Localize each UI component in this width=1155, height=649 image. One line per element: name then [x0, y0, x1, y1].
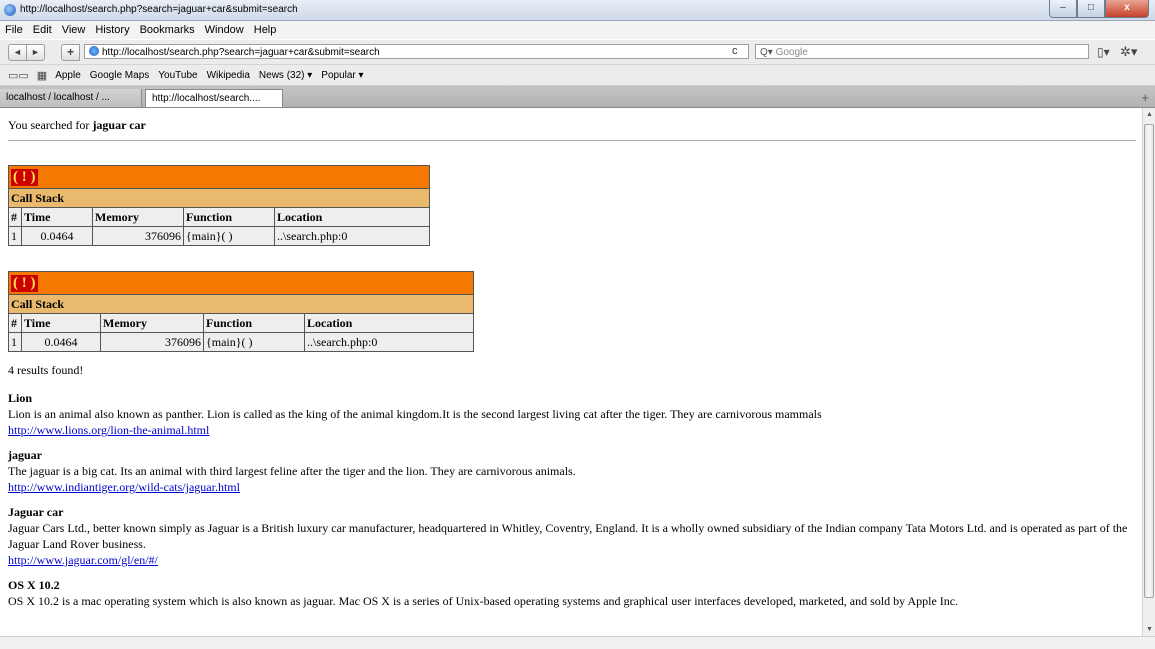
- add-bookmark-button[interactable]: +: [61, 44, 80, 61]
- bookmark-news[interactable]: News (32) ▾: [259, 70, 312, 81]
- horizontal-rule: [8, 140, 1136, 141]
- bookmarks-bar: ▭▭ ▦ Apple Google Maps YouTube Wikipedia…: [0, 65, 1155, 86]
- stack-cell: ..\search.php:0: [304, 332, 474, 352]
- page-content: You searched for jaguar car ( ! ) Call S…: [0, 108, 1142, 636]
- vertical-scrollbar[interactable]: ▲ ▼: [1142, 108, 1155, 636]
- error-header: ( ! ): [8, 165, 430, 189]
- tab-search[interactable]: http://localhost/search....: [145, 89, 283, 107]
- bookmark-popular[interactable]: Popular ▾: [321, 70, 363, 81]
- menu-view[interactable]: View: [57, 21, 91, 39]
- tab-localhost[interactable]: localhost / localhost / ...: [0, 89, 142, 107]
- menu-history[interactable]: History: [90, 21, 134, 39]
- status-bar: [0, 636, 1155, 649]
- col-header: Function: [203, 313, 305, 333]
- col-header: Memory: [92, 207, 184, 227]
- stack-cell: {main}( ): [183, 226, 275, 246]
- call-stack-label: Call Stack: [8, 188, 430, 208]
- stack-cell: 376096: [100, 332, 204, 352]
- maximize-button[interactable]: □: [1077, 0, 1105, 18]
- reload-icon[interactable]: c: [732, 45, 738, 57]
- error-header: ( ! ): [8, 271, 474, 295]
- bookmark-google-maps[interactable]: Google Maps: [90, 70, 149, 81]
- stack-cell: 0.0464: [21, 332, 101, 352]
- address-url: http://localhost/search.php?search=jagua…: [102, 47, 380, 58]
- col-header: Memory: [100, 313, 204, 333]
- result-description: Lion is an animal also known as panther.…: [8, 407, 822, 421]
- bookmark-youtube[interactable]: YouTube: [158, 70, 197, 81]
- result-link[interactable]: http://www.lions.org/lion-the-animal.htm…: [8, 423, 209, 437]
- search-field[interactable]: Q▾ Google: [755, 44, 1089, 59]
- stack-cell: 0.0464: [21, 226, 93, 246]
- col-header: #: [8, 313, 22, 333]
- menu-window[interactable]: Window: [200, 21, 249, 39]
- window-title-bar[interactable]: http://localhost/search.php?search=jagua…: [0, 0, 1155, 21]
- menu-edit[interactable]: Edit: [28, 21, 57, 39]
- stack-cell: ..\search.php:0: [274, 226, 430, 246]
- grid-icon[interactable]: ▦: [37, 69, 47, 82]
- warning-icon: ( ! ): [11, 168, 38, 186]
- navigation-toolbar: ◄ ► + http://localhost/search.php?search…: [0, 40, 1155, 65]
- result-description: Jaguar Cars Ltd., better known simply as…: [8, 521, 1128, 551]
- book-icon[interactable]: ▭▭: [8, 69, 29, 82]
- result-link[interactable]: http://www.jaguar.com/gl/en/#/: [8, 553, 158, 567]
- new-tab-icon[interactable]: +: [1141, 90, 1149, 105]
- stack-cell: {main}( ): [203, 332, 305, 352]
- call-stack-label: Call Stack: [8, 294, 474, 314]
- col-header: Location: [274, 207, 430, 227]
- result-item: jaguar The jaguar is a big cat. Its an a…: [8, 447, 1136, 495]
- result-description: The jaguar is a big cat. Its an animal w…: [8, 464, 576, 478]
- result-item: OS X 10.2 OS X 10.2 is a mac operating s…: [8, 577, 1136, 609]
- window-controls: – □ x: [1049, 0, 1149, 18]
- menu-bar: File Edit View History Bookmarks Window …: [0, 21, 1155, 39]
- search-results: 4 results found! Lion Lion is an animal …: [8, 362, 1136, 618]
- searched-prefix: You searched for: [8, 118, 93, 132]
- tab-bar: localhost / localhost / ... http://local…: [0, 86, 1155, 108]
- search-prefix-icon: Q▾: [760, 47, 773, 58]
- menu-bookmarks[interactable]: Bookmarks: [135, 21, 200, 39]
- col-header: Function: [183, 207, 275, 227]
- browser-favicon-icon: [4, 4, 16, 16]
- page-menu-icon[interactable]: ▯▾: [1097, 45, 1110, 59]
- window-title: http://localhost/search.php?search=jagua…: [20, 4, 298, 15]
- stack-cell: 1: [8, 332, 22, 352]
- address-bar[interactable]: http://localhost/search.php?search=jagua…: [84, 44, 749, 59]
- scrollbar-thumb[interactable]: [1144, 124, 1154, 598]
- menu-help[interactable]: Help: [249, 21, 282, 39]
- bookmark-wikipedia[interactable]: Wikipedia: [207, 70, 250, 81]
- minimize-button[interactable]: –: [1049, 0, 1077, 18]
- bookmark-apple[interactable]: Apple: [55, 70, 81, 81]
- php-error-table-1: ( ! ) Call Stack # Time Memory Function …: [8, 165, 430, 246]
- result-title: Jaguar car: [8, 505, 64, 519]
- warning-icon: ( ! ): [11, 274, 38, 292]
- forward-button[interactable]: ►: [26, 44, 45, 61]
- result-title: jaguar: [8, 448, 42, 462]
- result-description: OS X 10.2 is a mac operating system whic…: [8, 594, 959, 608]
- scroll-up-icon[interactable]: ▲: [1146, 111, 1153, 118]
- col-header: Time: [21, 207, 93, 227]
- col-header: Time: [21, 313, 101, 333]
- close-button[interactable]: x: [1105, 0, 1149, 18]
- stack-cell: 376096: [92, 226, 184, 246]
- result-item: Jaguar car Jaguar Cars Ltd., better know…: [8, 504, 1136, 568]
- globe-icon: [89, 46, 99, 56]
- back-button[interactable]: ◄: [8, 44, 27, 61]
- php-error-table-2: ( ! ) Call Stack # Time Memory Function …: [8, 271, 474, 352]
- result-title: Lion: [8, 391, 33, 405]
- searched-term: jaguar car: [92, 118, 146, 132]
- result-item: Lion Lion is an animal also known as pan…: [8, 390, 1136, 438]
- search-placeholder: Google: [775, 47, 808, 58]
- result-title: OS X 10.2: [8, 578, 60, 592]
- col-header: #: [8, 207, 22, 227]
- scroll-down-icon[interactable]: ▼: [1146, 626, 1153, 633]
- stack-cell: 1: [8, 226, 22, 246]
- menu-file[interactable]: File: [0, 21, 28, 39]
- results-count: 4 results found!: [8, 363, 84, 377]
- searched-for-line: You searched for jaguar car: [8, 118, 146, 133]
- col-header: Location: [304, 313, 474, 333]
- gear-icon[interactable]: ✲▾: [1120, 44, 1137, 60]
- result-link[interactable]: http://www.indiantiger.org/wild-cats/jag…: [8, 480, 240, 494]
